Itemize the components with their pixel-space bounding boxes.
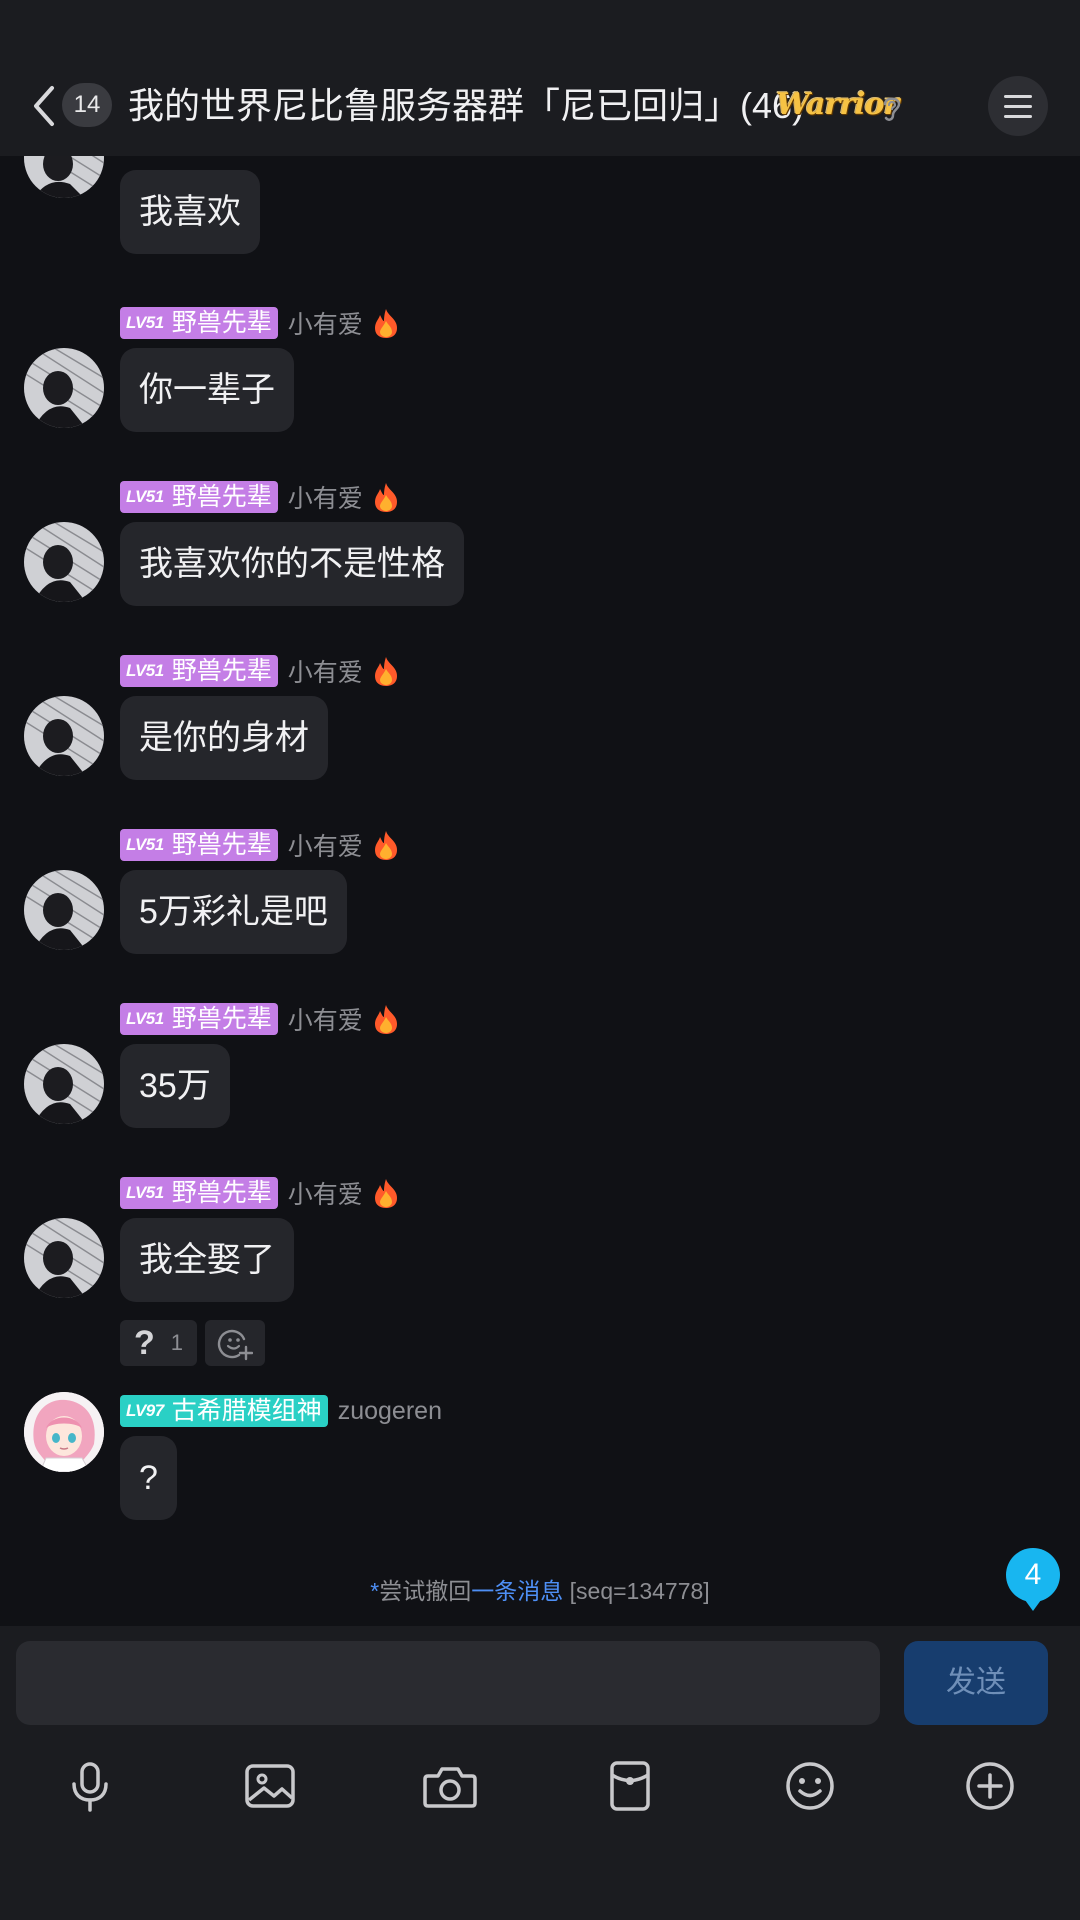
image-icon[interactable] — [240, 1756, 300, 1816]
avatar[interactable] — [24, 348, 104, 428]
sender-nickname[interactable]: 小有爱 — [288, 1001, 363, 1037]
message-reactions: ? 1 — [120, 1320, 266, 1366]
member-title-tag: LV51 野兽先辈 — [120, 1177, 278, 1209]
warrior-badge: Warrior — [776, 87, 899, 122]
input-bar: 发送 — [0, 1626, 1080, 1920]
ear-icon[interactable] — [878, 92, 906, 124]
microphone-icon[interactable] — [60, 1756, 120, 1816]
fire-icon — [374, 1179, 397, 1208]
message-bubble[interactable]: 我全娶了 — [120, 1218, 294, 1302]
user-avatar-image — [24, 696, 104, 776]
member-title-tag: LV51 野兽先辈 — [120, 1003, 278, 1035]
sender-nickname[interactable]: 小有爱 — [288, 479, 363, 515]
user-avatar-image — [24, 870, 104, 950]
message-bubble[interactable]: 5万彩礼是吧 — [120, 870, 347, 954]
sender-info: LV51 野兽先辈 小有爱 — [120, 480, 401, 514]
sender-info: LV51 野兽先辈 小有爱 — [120, 654, 401, 688]
back-arrow-icon[interactable] — [24, 82, 64, 130]
fire-icon — [374, 657, 397, 686]
send-button[interactable]: 发送 — [904, 1641, 1048, 1725]
avatar[interactable] — [24, 522, 104, 602]
recall-notice: *尝试撤回一条消息 [seq=134778] — [370, 1578, 710, 1604]
message-bubble[interactable]: 你一辈子 — [120, 348, 294, 432]
red-packet-icon[interactable] — [600, 1756, 660, 1816]
sender-info: LV51 野兽先辈 小有爱 — [120, 1002, 401, 1036]
add-reaction-button[interactable] — [205, 1320, 266, 1366]
avatar[interactable] — [24, 870, 104, 950]
user-avatar-image — [24, 156, 104, 198]
message-list[interactable]: 我喜欢 LV51 野兽先辈 小有爱 你一辈子 LV51 野兽先辈 小有爱 我喜欢… — [0, 156, 1080, 1626]
question-mark-emoji: ? — [134, 1323, 155, 1362]
sender-nickname[interactable]: 小有爱 — [288, 827, 363, 863]
sender-nickname[interactable]: 小有爱 — [288, 305, 363, 341]
avatar[interactable] — [24, 1044, 104, 1124]
camera-icon[interactable] — [420, 1756, 480, 1816]
chat-header: 14 我的世界尼比鲁服务器群「尼已回归」(46) Warrior — [0, 0, 1080, 156]
user-avatar-image — [24, 348, 104, 428]
avatar[interactable] — [24, 156, 104, 198]
anime-girl-avatar-image — [24, 1392, 104, 1472]
message-bubble[interactable]: 我喜欢 — [120, 170, 260, 254]
sender-info: LV51 野兽先辈 小有爱 — [120, 306, 401, 340]
avatar[interactable] — [24, 696, 104, 776]
group-title[interactable]: 我的世界尼比鲁服务器群「尼已回归」(46) — [128, 84, 804, 128]
sender-nickname[interactable]: zuogeren — [338, 1397, 442, 1426]
fire-icon — [374, 831, 397, 860]
avatar[interactable] — [24, 1218, 104, 1298]
fire-icon — [374, 1005, 397, 1034]
message-bubble[interactable]: ? — [120, 1436, 177, 1520]
member-title-tag: LV51 野兽先辈 — [120, 307, 278, 339]
add-emoji-icon — [217, 1329, 254, 1361]
sender-info: LV51 野兽先辈 小有爱 — [120, 828, 401, 862]
member-title-tag: LV97 古希腊模组神 — [120, 1395, 328, 1427]
user-avatar-image — [24, 1218, 104, 1298]
menu-icon — [1004, 95, 1032, 98]
menu-button[interactable] — [988, 76, 1048, 136]
input-toolbar — [0, 1746, 1080, 1826]
member-title-tag: LV51 野兽先辈 — [120, 481, 278, 513]
new-messages-badge[interactable]: 4 — [1006, 1548, 1060, 1611]
sender-info: LV97 古希腊模组神 zuogeren — [120, 1394, 442, 1428]
message-input[interactable] — [16, 1641, 880, 1725]
member-title-tag: LV51 野兽先辈 — [120, 655, 278, 687]
user-avatar-image — [24, 522, 104, 602]
reaction-count: 1 — [170, 1330, 184, 1355]
fire-icon — [374, 483, 397, 512]
recalled-message-link[interactable]: 一条消息 — [471, 1578, 563, 1604]
sender-nickname[interactable]: 小有爱 — [288, 1175, 363, 1211]
avatar[interactable] — [24, 1392, 104, 1472]
emoji-icon[interactable] — [780, 1756, 840, 1816]
reaction-chip[interactable]: ? 1 — [120, 1320, 198, 1366]
fire-icon — [374, 309, 397, 338]
user-avatar-image — [24, 1044, 104, 1124]
sender-info: LV51 野兽先辈 小有爱 — [120, 1176, 401, 1210]
plus-icon[interactable] — [960, 1756, 1020, 1816]
message-bubble[interactable]: 35万 — [120, 1044, 230, 1128]
unread-count-badge[interactable]: 14 — [62, 83, 112, 127]
message-bubble[interactable]: 是你的身材 — [120, 696, 328, 780]
sender-nickname[interactable]: 小有爱 — [288, 653, 363, 689]
message-bubble[interactable]: 我喜欢你的不是性格 — [120, 522, 464, 606]
member-title-tag: LV51 野兽先辈 — [120, 829, 278, 861]
